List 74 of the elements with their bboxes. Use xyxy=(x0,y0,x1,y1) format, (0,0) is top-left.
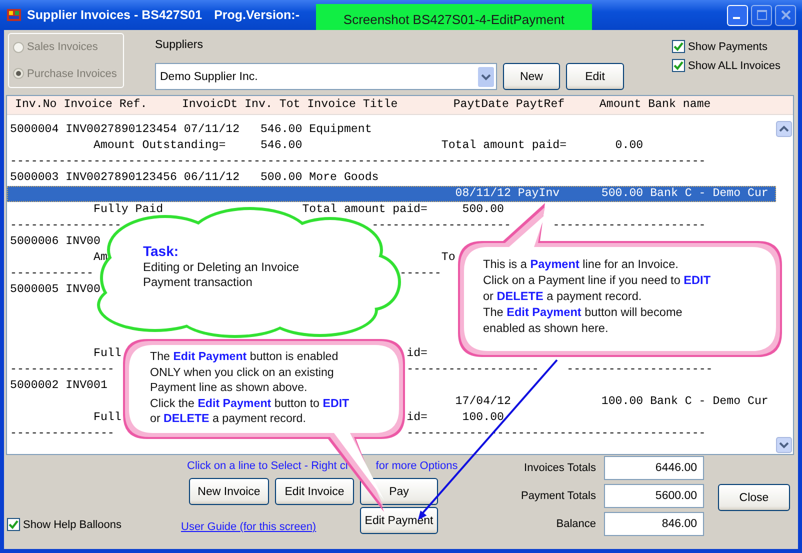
option-checkbox[interactable]: Show ALL Invoices xyxy=(672,59,781,72)
list-text: Full xyxy=(94,411,122,424)
callout-text: enabled as shown here. xyxy=(483,320,610,336)
list-text: ---------------- xyxy=(10,219,122,232)
callout-text: Click on a Payment line if you need to EDIT xyxy=(483,272,711,288)
maximize-button[interactable] xyxy=(751,4,772,26)
checkmark-icon xyxy=(673,41,684,52)
list-text: ------------------------------------------- xyxy=(406,427,706,440)
action-button[interactable]: New Invoice xyxy=(189,478,269,505)
list-text: id= 100.00 xyxy=(406,411,504,424)
total-field: 846.00 xyxy=(604,512,704,536)
callout-text: or DELETE a payment record. xyxy=(483,288,643,304)
list-text: 5000006 INV00 xyxy=(10,235,100,248)
list-text: 08/11/12 PayInv 500.00 Bank C - Demo Cur xyxy=(455,187,768,200)
user-guide-link[interactable]: User Guide (for this screen) xyxy=(181,521,354,533)
hint-text: for more Options xyxy=(376,460,458,472)
total-field: 5600.00 xyxy=(604,484,704,508)
list-text: ------------ xyxy=(10,267,94,280)
callout-text: Payment transaction xyxy=(143,275,254,290)
maximize-icon xyxy=(756,10,766,20)
list-text: ------------------- xyxy=(406,363,539,376)
list-text: 5000002 INV001 xyxy=(10,379,108,392)
list-text: 5000004 INV0027890123454 07/11/12 546.00 Equipment xyxy=(10,123,372,136)
action-button[interactable]: Edit Invoice xyxy=(275,478,354,505)
checkmark-icon xyxy=(8,519,19,530)
action-button[interactable]: Edit Payment xyxy=(360,507,438,534)
supplier-dropdown[interactable]: Demo Supplier Inc. xyxy=(155,63,497,90)
supplier-button[interactable]: Edit xyxy=(566,63,624,90)
list-text: Fully Paid Total amount paid= 500.00 xyxy=(94,203,504,216)
list-text: ---------------------- xyxy=(552,219,706,232)
close-dialog-button[interactable]: Close xyxy=(718,484,790,511)
callout-text: ONLY when you click on an existing xyxy=(150,364,335,380)
callout-text: Editing or Deleting an Invoice xyxy=(143,260,300,275)
total-label: Payment Totals xyxy=(520,490,596,502)
list-text: -------------------- xyxy=(372,219,511,232)
list-text: 5000005 INV00 xyxy=(10,283,100,296)
callout-title: Task: xyxy=(143,242,180,260)
list-text: id= xyxy=(406,347,428,360)
total-label: Balance xyxy=(555,518,596,530)
window-title: Supplier Invoices - BS427S01 xyxy=(27,8,202,22)
selected-row[interactable]: 08/11/12 PayInv 500.00 Bank C - Demo Cur xyxy=(7,186,776,202)
list-text: 17/04/12 100.00 Bank C - Demo Cur xyxy=(455,395,768,408)
callout-text: The Edit Payment button will become xyxy=(483,304,684,320)
list-text: --------------- xyxy=(10,427,114,440)
list-text: Amount Outstanding= 546.00 Total amount paid= 0.00 xyxy=(94,139,644,152)
total-field: 6446.00 xyxy=(604,456,704,480)
scroll-up-icon[interactable] xyxy=(776,121,792,137)
list-text: ------ xyxy=(400,267,442,280)
list-text: --------------- xyxy=(10,363,114,376)
list-text: --------------------- xyxy=(566,363,713,376)
minimize-icon xyxy=(733,17,740,19)
help-balloons-checkbox[interactable]: Show Help Balloons xyxy=(7,518,183,531)
list-text: Full xyxy=(94,347,122,360)
option-checkbox[interactable]: Show Payments xyxy=(672,40,781,53)
callout-text: or DELETE a payment record. xyxy=(150,411,307,427)
app-icon xyxy=(6,7,22,23)
callout-text: Payment line as shown above. xyxy=(150,380,308,396)
checkmark-icon xyxy=(673,60,684,71)
suppliers-label: Suppliers xyxy=(155,39,204,51)
list-text: ---------------------------------------------------------------------------------------------------- xyxy=(10,155,706,168)
minimize-button[interactable] xyxy=(727,4,748,26)
total-label: Invoices Totals xyxy=(523,462,596,474)
supplier-button[interactable]: New xyxy=(503,63,560,90)
scroll-down-icon[interactable] xyxy=(776,437,792,453)
list-text: 5000003 INV0027890123456 06/11/12 500.00 More Goods xyxy=(10,171,379,184)
close-icon xyxy=(780,10,790,20)
list-text: To xyxy=(441,251,456,264)
close-button[interactable] xyxy=(775,4,796,26)
callout-text: Click the Edit Payment button to EDIT xyxy=(150,396,350,412)
list-text: Am xyxy=(94,251,108,264)
version-label: Prog.Version:- xyxy=(214,8,300,22)
list-header: Inv.No Invoice Ref. InvoicDt Inv. Tot Invoice Title PaytDate PaytRef Amount Bank name xyxy=(7,96,793,115)
callout-text: The Edit Payment button is enabled xyxy=(150,349,340,365)
callout-text: This is a Payment line for an Invoice. xyxy=(483,256,680,272)
